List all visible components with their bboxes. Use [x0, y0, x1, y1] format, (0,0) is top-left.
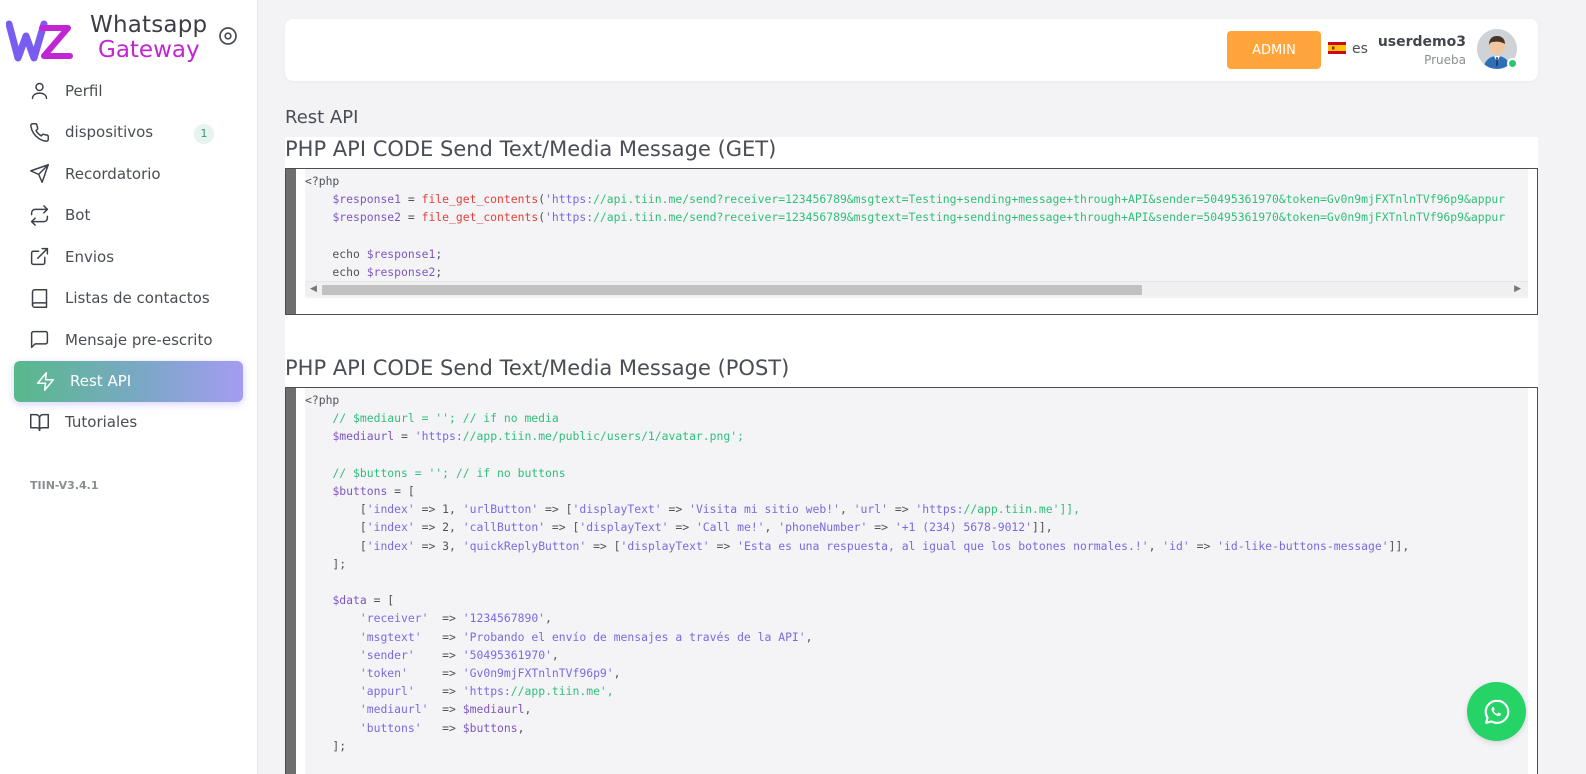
zap-icon: [34, 370, 56, 392]
sidebar: Whatsapp Gateway Perfil dispositivos 1 R…: [0, 0, 258, 774]
whatsapp-icon: [1484, 699, 1509, 724]
sidebar-item-listas-de-contactos[interactable]: Listas de contactos: [0, 278, 258, 320]
sidebar-item-label: Mensaje pre-escrito: [65, 330, 213, 349]
sidebar-item-mensaje-pre-escrito[interactable]: Mensaje pre-escrito: [0, 319, 258, 361]
sidebar-nav: Perfil dispositivos 1 Recordatorio Bot E…: [0, 70, 258, 443]
sidebar-item-label: Rest API: [70, 372, 132, 390]
brand[interactable]: Whatsapp Gateway: [6, 12, 256, 68]
book-icon: [28, 287, 50, 309]
scroll-right-icon[interactable]: ▶: [1514, 284, 1521, 294]
sidebar-item-label: Bot: [65, 206, 91, 225]
sidebar-item-tutoriales[interactable]: Tutoriales: [0, 402, 258, 444]
get-section-title: PHP API CODE Send Text/Media Message (GE…: [285, 137, 777, 161]
sidebar-item-label: Tutoriales: [65, 413, 138, 432]
sidebar-item-label: dispositivos: [65, 123, 154, 142]
horizontal-scrollbar[interactable]: ◀ ▶: [305, 281, 1528, 296]
top-navbar: ADMIN es userdemo3 Prueba: [285, 19, 1538, 81]
brand-title-line2: Gateway: [98, 37, 200, 63]
api-code-card: PHP API CODE Send Text/Media Message (GE…: [285, 137, 1538, 774]
post-code-area[interactable]: <?php // $mediaurl = ''; // if no media …: [305, 388, 1528, 774]
scrollbar-thumb[interactable]: [322, 285, 1142, 295]
sidebar-item-perfil[interactable]: Perfil: [0, 70, 258, 112]
app-version: TIIN-V3.4.1: [30, 479, 99, 492]
device-count-badge: 1: [194, 123, 214, 144]
get-code-text[interactable]: <?php $response1 = file_get_contents('ht…: [305, 169, 1528, 281]
sidebar-toggle-icon[interactable]: [218, 26, 238, 46]
spain-flag-icon[interactable]: [1328, 42, 1346, 54]
sidebar-item-label: Perfil: [65, 81, 103, 100]
external-link-icon: [28, 246, 50, 268]
phone-icon: [28, 121, 50, 143]
sidebar-item-rest-api[interactable]: Rest API: [14, 360, 243, 402]
sidebar-item-bot[interactable]: Bot: [0, 195, 258, 237]
sidebar-item-dispositivos[interactable]: dispositivos 1: [0, 112, 258, 154]
whatsapp-chat-button[interactable]: [1467, 682, 1526, 741]
book-open-icon: [28, 411, 50, 433]
language-selector[interactable]: es: [1352, 41, 1368, 57]
online-status-dot: [1507, 58, 1518, 69]
scroll-left-icon[interactable]: ◀: [310, 284, 317, 294]
get-code-block[interactable]: <?php $response1 = file_get_contents('ht…: [285, 168, 1538, 315]
post-section-title: PHP API CODE Send Text/Media Message (PO…: [285, 356, 790, 380]
user-name[interactable]: userdemo3: [1378, 34, 1466, 50]
sidebar-item-recordatorio[interactable]: Recordatorio: [0, 153, 258, 195]
user-icon: [28, 80, 50, 102]
sidebar-item-label: Listas de contactos: [65, 289, 210, 308]
sidebar-item-label: Envios: [65, 247, 115, 266]
message-square-icon: [28, 329, 50, 351]
brand-logo-icon: [6, 20, 73, 62]
repeat-icon: [28, 204, 50, 226]
brand-title-line1: Whatsapp: [90, 12, 208, 38]
get-code-area[interactable]: <?php $response1 = file_get_contents('ht…: [305, 169, 1528, 298]
send-icon: [28, 163, 50, 185]
admin-button[interactable]: ADMIN: [1227, 31, 1321, 69]
sidebar-item-label: Recordatorio: [65, 164, 161, 183]
page-title: Rest API: [285, 107, 359, 128]
post-code-text[interactable]: <?php // $mediaurl = ''; // if no media …: [305, 388, 1528, 755]
user-role: Prueba: [1424, 53, 1466, 67]
post-code-block[interactable]: <?php // $mediaurl = ''; // if no media …: [285, 387, 1538, 774]
sidebar-item-envios[interactable]: Envios: [0, 236, 258, 278]
